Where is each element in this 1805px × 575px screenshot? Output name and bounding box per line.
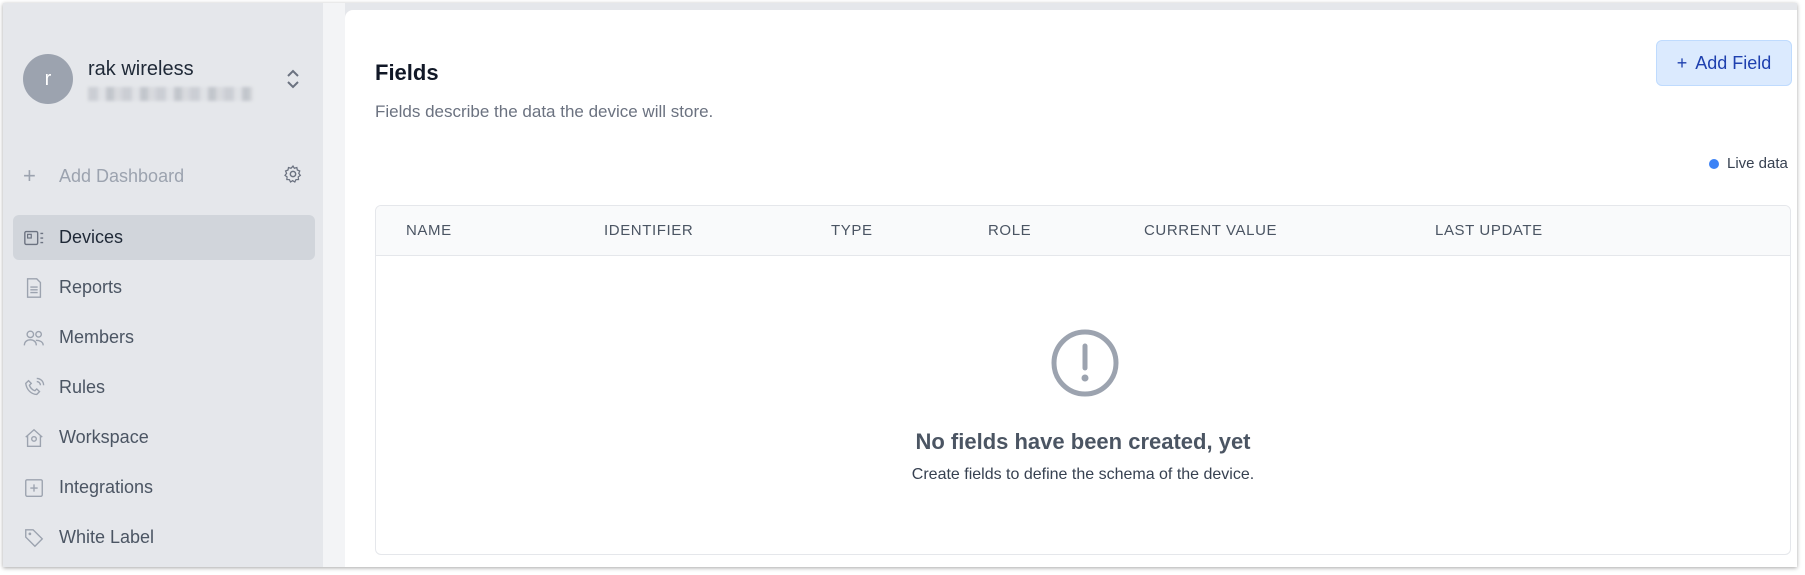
add-field-label: Add Field	[1695, 52, 1772, 73]
column-header-current-value[interactable]: CURRENT VALUE	[1144, 222, 1277, 239]
column-header-last-update[interactable]: LAST UPDATE	[1435, 222, 1543, 239]
column-header-name[interactable]: NAME	[406, 222, 452, 239]
sidebar-item-label: Devices	[59, 227, 124, 247]
plus-icon: +	[1676, 52, 1688, 73]
exclamation-circle-icon	[1051, 329, 1119, 397]
live-dot-icon	[1709, 158, 1719, 169]
fields-panel: Fields Fields describe the data the devi…	[345, 10, 1797, 567]
sidebar-item-workspace[interactable]: Workspace	[13, 415, 315, 460]
page-subtitle: Fields describe the data the device will…	[375, 102, 714, 121]
live-data-label: Live data	[1727, 155, 1788, 172]
sidebar-item-white-label[interactable]: White Label	[13, 515, 315, 560]
sidebar-item-label: Members	[59, 327, 135, 347]
sidebar-item-label: Workspace	[59, 427, 149, 447]
column-header-type[interactable]: TYPE	[831, 222, 873, 239]
sidebar-item-devices[interactable]: Devices	[13, 215, 315, 260]
account-email-redacted	[88, 86, 253, 101]
account-switcher[interactable]: r rak wireless	[23, 52, 303, 106]
column-header-role[interactable]: ROLE	[988, 222, 1031, 239]
live-data-indicator: Live data	[1709, 155, 1788, 172]
empty-state-subtitle: Create fields to define the schema of th…	[911, 466, 1255, 483]
sidebar-item-label: Rules	[59, 377, 106, 397]
plus-icon: +	[23, 163, 36, 188]
integrations-icon	[23, 477, 59, 499]
workspace-icon	[23, 427, 59, 449]
avatar: r	[23, 54, 73, 104]
account-info: rak wireless	[88, 58, 283, 101]
sidebar-item-label: White Label	[59, 527, 155, 547]
sidebar-item-rules[interactable]: Rules	[13, 365, 315, 410]
tag-icon	[23, 527, 59, 549]
column-header-identifier[interactable]: IDENTIFIER	[604, 222, 693, 239]
sidebar: r rak wireless + Add Dashboard Devices R…	[3, 3, 323, 567]
sidebar-nav: Devices Reports Members Rules Workspace …	[13, 215, 315, 565]
empty-state: No fields have been created, yet Create …	[376, 256, 1790, 554]
table-header: NAME IDENTIFIER TYPE ROLE CURRENT VALUE …	[376, 206, 1790, 256]
devices-icon	[23, 227, 59, 249]
empty-state-title: No fields have been created, yet	[915, 429, 1251, 454]
fields-table: NAME IDENTIFIER TYPE ROLE CURRENT VALUE …	[375, 205, 1791, 555]
sidebar-item-integrations[interactable]: Integrations	[13, 465, 315, 510]
members-icon	[23, 327, 59, 349]
add-dashboard-label: Add Dashboard	[59, 165, 185, 186]
gear-icon[interactable]	[283, 164, 303, 189]
sidebar-item-members[interactable]: Members	[13, 315, 315, 360]
reports-icon	[23, 277, 59, 299]
sidebar-item-label: Integrations	[59, 477, 154, 497]
add-field-button[interactable]: + Add Field	[1656, 40, 1792, 86]
sidebar-item-label: Reports	[59, 277, 123, 297]
add-dashboard-row[interactable]: + Add Dashboard	[23, 161, 303, 191]
main-background	[323, 3, 345, 567]
account-name: rak wireless	[88, 57, 194, 80]
page-title: Fields	[375, 60, 439, 85]
app-window: r rak wireless + Add Dashboard Devices R…	[3, 3, 1797, 567]
chevron-up-down-icon[interactable]	[283, 64, 303, 94]
sidebar-item-reports[interactable]: Reports	[13, 265, 315, 310]
rules-icon	[23, 377, 59, 399]
